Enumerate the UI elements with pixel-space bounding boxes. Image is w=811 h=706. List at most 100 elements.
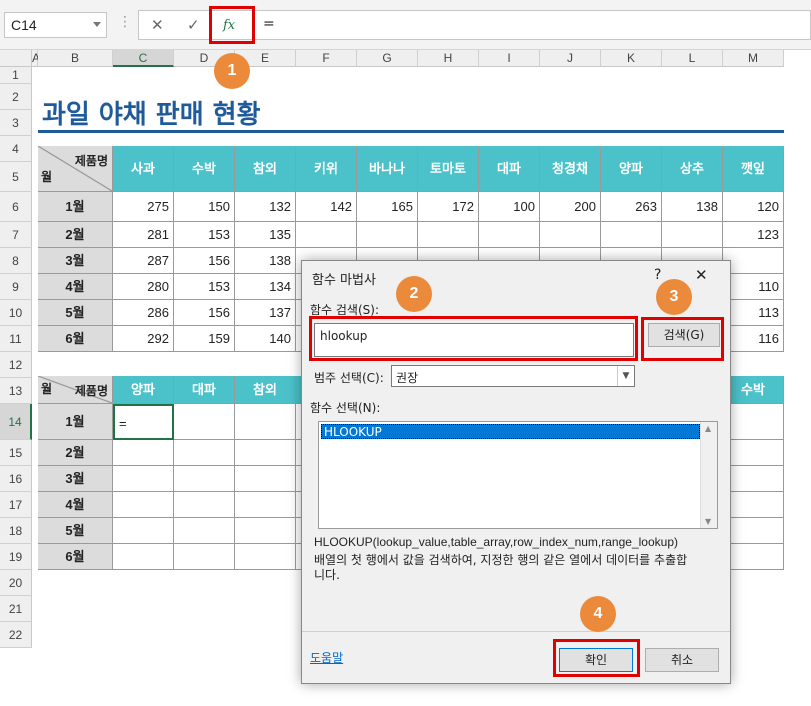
active-cell[interactable]: = [113, 404, 174, 440]
table1-cell[interactable]: 138 [235, 248, 296, 274]
formula-text[interactable]: = [263, 16, 275, 32]
table2-cell[interactable] [723, 440, 784, 466]
table2-cell[interactable] [235, 440, 296, 466]
table1-cell[interactable]: 142 [296, 192, 357, 222]
table1-cell[interactable]: 150 [174, 192, 235, 222]
table1-cell[interactable]: 120 [723, 192, 784, 222]
column-header-G[interactable]: G [357, 50, 418, 67]
table1-cell[interactable] [418, 222, 479, 248]
table2-cell[interactable] [113, 466, 174, 492]
row-header-9[interactable]: 9 [0, 274, 32, 300]
table1-cell[interactable]: 159 [174, 326, 235, 352]
table1-cell[interactable]: 134 [235, 274, 296, 300]
table1-cell[interactable] [723, 248, 784, 274]
select-all[interactable] [0, 50, 32, 67]
table2-cell[interactable] [235, 492, 296, 518]
row-header-17[interactable]: 17 [0, 492, 32, 518]
table1-cell[interactable]: 100 [479, 192, 540, 222]
table2-cell[interactable] [723, 492, 784, 518]
table1-cell[interactable]: 140 [235, 326, 296, 352]
row-header-3[interactable]: 3 [0, 110, 32, 136]
cancel-button[interactable]: 취소 [645, 648, 719, 672]
table1-cell[interactable]: 281 [113, 222, 174, 248]
chevron-down-icon[interactable]: ▼ [617, 366, 634, 386]
cancel-icon[interactable]: ✕ [151, 16, 164, 34]
table2-cell[interactable] [235, 544, 296, 570]
scroll-up-icon[interactable]: ▲ [705, 424, 711, 433]
table1-cell[interactable]: 137 [235, 300, 296, 326]
column-header-C[interactable]: C [113, 50, 174, 67]
column-header-J[interactable]: J [540, 50, 601, 67]
category-select[interactable]: 권장 ▼ [391, 365, 635, 387]
table1-cell[interactable]: 200 [540, 192, 601, 222]
table2-cell[interactable] [113, 518, 174, 544]
table1-cell[interactable]: 280 [113, 274, 174, 300]
table2-cell[interactable] [113, 544, 174, 570]
close-icon[interactable]: ✕ [695, 266, 708, 284]
table1-cell[interactable] [479, 222, 540, 248]
table2-cell[interactable] [174, 518, 235, 544]
table1-cell[interactable]: 153 [174, 222, 235, 248]
table2-cell[interactable] [723, 544, 784, 570]
row-header-10[interactable]: 10 [0, 300, 32, 326]
table2-cell[interactable] [235, 404, 296, 440]
function-list[interactable]: HLOOKUP ▲ ▼ [318, 421, 718, 529]
table1-cell[interactable]: 138 [662, 192, 723, 222]
confirm-icon[interactable]: ✓ [187, 16, 200, 34]
row-header-5[interactable]: 5 [0, 162, 32, 192]
table2-cell[interactable] [174, 440, 235, 466]
help-link[interactable]: 도움말 [310, 649, 343, 666]
row-header-16[interactable]: 16 [0, 466, 32, 492]
table2-cell[interactable] [723, 518, 784, 544]
column-header-I[interactable]: I [479, 50, 540, 67]
scroll-down-icon[interactable]: ▼ [705, 517, 711, 526]
row-header-14[interactable]: 14 [0, 404, 32, 440]
table2-cell[interactable] [235, 518, 296, 544]
column-header-B[interactable]: B [38, 50, 113, 67]
table1-cell[interactable] [601, 222, 662, 248]
column-header-H[interactable]: H [418, 50, 479, 67]
row-header-22[interactable]: 22 [0, 622, 32, 648]
table1-cell[interactable] [540, 222, 601, 248]
table1-cell[interactable]: 156 [174, 248, 235, 274]
row-header-8[interactable]: 8 [0, 248, 32, 274]
row-header-20[interactable]: 20 [0, 570, 32, 596]
table2-cell[interactable] [174, 466, 235, 492]
row-header-21[interactable]: 21 [0, 596, 32, 622]
table1-cell[interactable] [662, 222, 723, 248]
table1-cell[interactable]: 110 [723, 274, 784, 300]
table1-cell[interactable]: 287 [113, 248, 174, 274]
table1-cell[interactable] [296, 222, 357, 248]
table2-cell[interactable] [113, 440, 174, 466]
function-list-item[interactable]: HLOOKUP [321, 424, 700, 439]
table1-cell[interactable]: 123 [723, 222, 784, 248]
column-header-L[interactable]: L [662, 50, 723, 67]
row-header-13[interactable]: 13 [0, 378, 32, 404]
name-box[interactable]: C14 [4, 12, 107, 38]
help-icon[interactable]: ? [654, 267, 661, 283]
row-header-18[interactable]: 18 [0, 518, 32, 544]
table1-cell[interactable]: 165 [357, 192, 418, 222]
table1-cell[interactable]: 286 [113, 300, 174, 326]
table1-cell[interactable]: 172 [418, 192, 479, 222]
table1-cell[interactable]: 113 [723, 300, 784, 326]
row-header-1[interactable]: 1 [0, 67, 32, 84]
table1-cell[interactable]: 153 [174, 274, 235, 300]
table2-cell[interactable] [174, 492, 235, 518]
table2-cell[interactable] [174, 404, 235, 440]
row-header-7[interactable]: 7 [0, 222, 32, 248]
table1-cell[interactable]: 135 [235, 222, 296, 248]
table1-cell[interactable]: 292 [113, 326, 174, 352]
column-header-F[interactable]: F [296, 50, 357, 67]
table2-cell[interactable] [174, 544, 235, 570]
row-header-15[interactable]: 15 [0, 440, 32, 466]
table1-cell[interactable]: 275 [113, 192, 174, 222]
row-header-12[interactable]: 12 [0, 352, 32, 378]
table1-cell[interactable]: 156 [174, 300, 235, 326]
table2-cell[interactable] [235, 466, 296, 492]
row-header-11[interactable]: 11 [0, 326, 32, 352]
table1-cell[interactable]: 132 [235, 192, 296, 222]
row-header-19[interactable]: 19 [0, 544, 32, 570]
table2-cell[interactable] [723, 466, 784, 492]
chevron-down-icon[interactable] [93, 22, 101, 27]
